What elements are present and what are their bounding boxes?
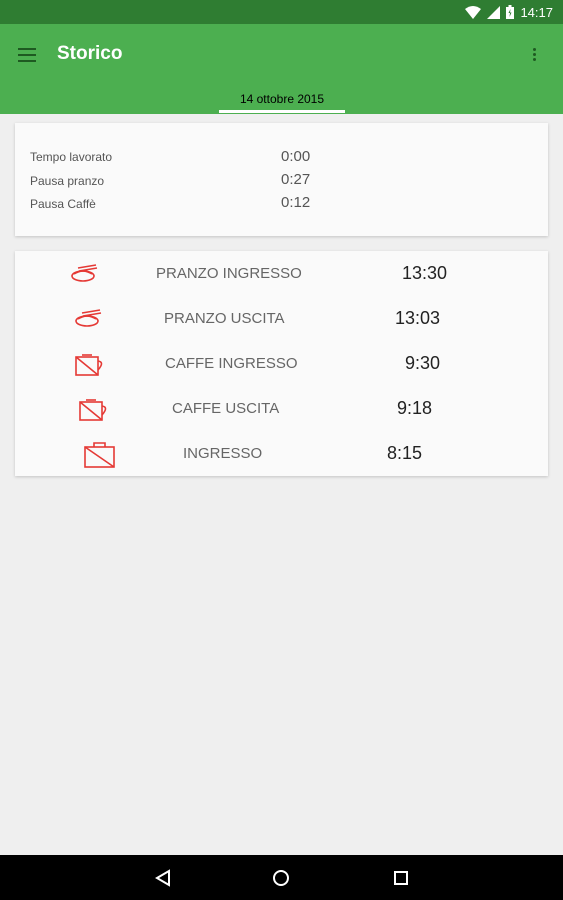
tab-indicator [219, 110, 345, 113]
home-icon[interactable] [272, 869, 292, 887]
event-label: CAFFE INGRESSO [165, 355, 298, 372]
summary-value-worked: 0:00 [281, 148, 311, 165]
navigation-bar [0, 855, 563, 900]
coffee-cup-icon [78, 396, 110, 427]
summary-label-worked: Tempo lavorato [30, 150, 113, 164]
events-card: PRANZO INGRESSO 13:30 PRANZO USCITA 13:0… [15, 251, 548, 476]
lunch-icon [70, 261, 100, 290]
back-icon[interactable] [154, 869, 174, 887]
summary-label-lunch: Pausa pranzo [30, 174, 105, 188]
list-item[interactable]: PRANZO USCITA 13:03 [15, 296, 548, 341]
list-item[interactable]: PRANZO INGRESSO 13:30 [15, 251, 548, 296]
briefcase-icon [83, 441, 117, 474]
list-item[interactable]: CAFFE INGRESSO 9:30 [15, 341, 548, 386]
clock-time: 14:17 [520, 4, 553, 20]
event-time: 13:03 [395, 308, 441, 328]
coffee-cup-icon [74, 351, 106, 382]
overflow-menu-icon[interactable] [528, 46, 540, 64]
list-item[interactable]: INGRESSO 8:15 [15, 431, 548, 476]
battery-icon [506, 5, 515, 19]
summary-value-lunch: 0:27 [281, 171, 311, 188]
event-time: 9:18 [397, 398, 433, 418]
recent-apps-icon[interactable] [392, 869, 412, 887]
summary-value-coffee: 0:12 [281, 194, 311, 211]
event-time: 9:30 [405, 353, 441, 373]
summary-card: Tempo lavorato 0:00 Pausa pranzo 0:27 Pa… [15, 123, 548, 236]
lunch-icon [74, 306, 104, 335]
hamburger-menu-icon[interactable] [18, 44, 44, 66]
event-time: 8:15 [387, 443, 423, 463]
page-title: Storico [57, 43, 123, 64]
signal-icon [487, 5, 501, 19]
event-label: PRANZO INGRESSO [156, 265, 302, 282]
summary-label-coffee: Pausa Caffè [30, 197, 96, 211]
list-item[interactable]: CAFFE USCITA 9:18 [15, 386, 548, 431]
status-bar: 14:17 [0, 0, 563, 24]
event-label: INGRESSO [183, 445, 263, 462]
event-label: CAFFE USCITA [172, 400, 280, 417]
event-time: 13:30 [402, 263, 448, 283]
event-label: PRANZO USCITA [164, 310, 285, 327]
wifi-icon [465, 5, 482, 19]
